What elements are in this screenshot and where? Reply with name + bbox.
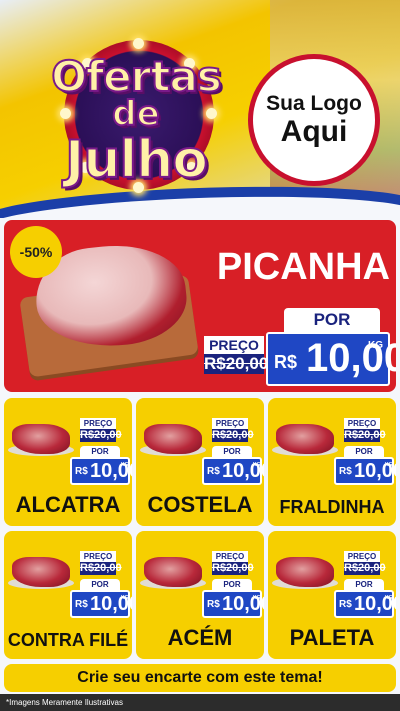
por-label: POR [212,446,252,457]
logo-placeholder[interactable]: Sua Logo Aqui [248,54,380,186]
product-card[interactable]: PREÇO R$20,00 POR R$ 10,00 KG ALCATRA [4,398,132,526]
old-price: R$20,00 [80,562,122,575]
preco-label: PREÇO [80,418,116,429]
unit-label: KG [121,595,129,601]
product-name: ALCATRA [15,492,121,517]
meat-image [276,557,334,587]
por-label: POR [80,446,120,457]
price-panel: PREÇO R$20,00 POR R$ 10,00 KG [332,418,396,488]
preco-label: PREÇO [204,336,264,354]
price-panel: PREÇO R$20,00 POR R$ 10,00 KG [200,551,264,621]
new-price-box: R$ 10,00 KG [266,332,396,386]
product-card[interactable]: PREÇO R$20,00 POR R$ 10,00 KG PALETA [268,531,396,659]
currency-symbol: R$ [339,599,352,610]
price-panel: PREÇO R$20,00 POR R$ 10,00 KG [68,551,132,621]
title-line-3: Julho [64,129,209,191]
meat-image [144,557,202,587]
product-name: COSTELA [147,492,253,517]
price-panel: PREÇO R$20,00 POR R$ 10,00 KG [332,551,396,621]
product-card[interactable]: PREÇO R$20,00 POR R$ 10,00 KG ACÉM [136,531,264,659]
currency-symbol: R$ [207,599,220,610]
cta-banner[interactable]: Crie seu encarte com este tema! [4,664,396,692]
unit-label: KG [253,462,261,468]
product-name: PALETA [289,625,375,650]
featured-offer-card[interactable]: -50% PICANHA PREÇO R$20,00 POR R$ 10,00 … [4,220,396,392]
meat-image [276,424,334,454]
por-label: POR [284,308,380,332]
meat-image [144,424,202,454]
preco-label: PREÇO [344,551,380,562]
logo-text-line-1: Sua Logo [266,92,362,115]
price-panel: PREÇO R$20,00 POR R$ 10,00 KG [68,418,132,488]
product-card[interactable]: PREÇO R$20,00 POR R$ 10,00 KG COSTELA [136,398,264,526]
currency-symbol: R$ [339,466,352,477]
new-price-box: R$ 10,00 KG [334,457,396,485]
por-label: POR [344,446,384,457]
currency-symbol: R$ [207,466,220,477]
unit-label: KG [121,462,129,468]
price-panel: PREÇO R$20,00 POR R$ 10,00 KG [200,418,264,488]
new-price-box: R$ 10,00 KG [70,457,132,485]
preco-label: PREÇO [212,551,248,562]
old-price: R$20,00 [212,429,254,442]
currency-symbol: R$ [274,352,298,372]
old-price: R$20,00 [344,429,386,442]
preco-label: PREÇO [80,551,116,562]
product-name: ACÉM [167,625,233,650]
product-name: FRALDINHA [279,497,385,517]
meat-image [12,424,70,454]
por-label: POR [80,579,120,590]
product-name: PICANHA [216,246,390,288]
old-price: R$20,00 [212,562,254,575]
new-price-box: R$ 10,00 KG [70,590,132,618]
unit-label: KG [253,595,261,601]
product-name: CONTRA FILÉ [7,630,129,650]
currency-symbol: R$ [75,466,88,477]
currency-symbol: R$ [75,599,88,610]
header-banner: Ofertas de Julho Sua Logo Aqui [0,0,400,218]
new-price-box: R$ 10,00 KG [202,590,264,618]
unit-label: KG [368,340,383,351]
unit-label: KG [385,595,393,601]
ofertas-de-julho-sign: Ofertas de Julho [36,38,236,193]
new-price-box: R$ 10,00 KG [202,457,264,485]
por-label: POR [344,579,384,590]
unit-label: KG [385,462,393,468]
discount-badge: -50% [10,226,62,278]
price-panel: PREÇO R$20,00 POR R$ 10,00 KG [200,308,396,388]
preco-label: PREÇO [344,418,380,429]
meat-image [12,557,70,587]
product-card[interactable]: PREÇO R$20,00 POR R$ 10,00 KG FRALDINHA [268,398,396,526]
old-price: R$20,00 [80,429,122,442]
title-line-2: de [111,93,160,135]
logo-text-line-2: Aqui [280,115,348,148]
old-price: R$20,00 [344,562,386,575]
por-label: POR [212,579,252,590]
footer-disclaimer: *Imagens Meramente Ilustrativas [0,694,400,711]
marquee-bulb-icon [133,38,144,49]
old-price: R$20,00 [204,354,269,374]
new-price-box: R$ 10,00 KG [334,590,396,618]
product-card[interactable]: PREÇO R$20,00 POR R$ 10,00 KG CONTRA FIL… [4,531,132,659]
preco-label: PREÇO [212,418,248,429]
